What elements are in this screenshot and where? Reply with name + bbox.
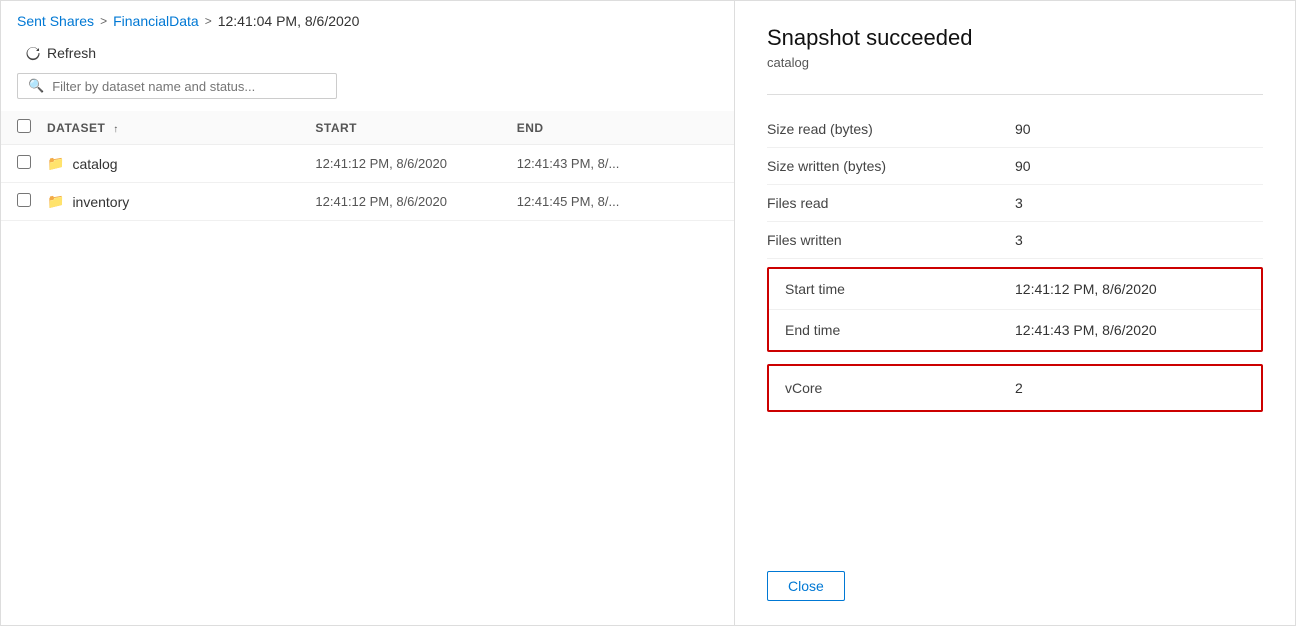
- vcore-section: vCore 2: [767, 364, 1263, 412]
- row-dataset-name: inventory: [72, 194, 129, 210]
- row-name: 📁 catalog: [47, 155, 315, 172]
- breadcrumb-current: 12:41:04 PM, 8/6/2020: [218, 13, 360, 29]
- filter-wrapper: 🔍: [17, 73, 337, 99]
- label-start-time: Start time: [785, 281, 1015, 297]
- column-header-start: START: [315, 121, 516, 135]
- label-files-written: Files written: [767, 232, 1015, 248]
- row-end: 12:41:45 PM, 8/...: [517, 194, 718, 209]
- row-checkbox[interactable]: [17, 193, 31, 207]
- refresh-label: Refresh: [47, 45, 96, 61]
- header-checkbox-cell: [17, 119, 47, 136]
- folder-icon: 📁: [47, 155, 64, 172]
- sort-arrow-icon: ↑: [113, 124, 119, 135]
- value-files-written: 3: [1015, 232, 1263, 248]
- label-end-time: End time: [785, 322, 1015, 338]
- highlight-end-time-row: End time 12:41:43 PM, 8/6/2020: [769, 309, 1261, 350]
- value-vcore: 2: [1015, 380, 1245, 396]
- refresh-button[interactable]: Refresh: [17, 41, 104, 65]
- panel-title: Snapshot succeeded: [767, 25, 1263, 51]
- value-size-read: 90: [1015, 121, 1263, 137]
- close-btn-wrapper: Close: [767, 547, 1263, 601]
- column-header-dataset: DATASET ↑: [47, 121, 315, 135]
- vcore-row: vCore 2: [769, 366, 1261, 410]
- select-all-checkbox[interactable]: [17, 119, 31, 133]
- breadcrumb: Sent Shares > FinancialData > 12:41:04 P…: [1, 1, 734, 37]
- label-size-written: Size written (bytes): [767, 158, 1015, 174]
- label-vcore: vCore: [785, 380, 1015, 396]
- row-name: 📁 inventory: [47, 193, 315, 210]
- panel-divider: [767, 94, 1263, 95]
- highlight-time-section: Start time 12:41:12 PM, 8/6/2020 End tim…: [767, 267, 1263, 352]
- toolbar: Refresh: [1, 37, 734, 73]
- value-end-time: 12:41:43 PM, 8/6/2020: [1015, 322, 1245, 338]
- value-size-written: 90: [1015, 158, 1263, 174]
- filter-input[interactable]: [52, 79, 326, 94]
- info-row-size-written: Size written (bytes) 90: [767, 148, 1263, 185]
- dataset-table: DATASET ↑ START END 📁 catalog 12:41:12 P…: [1, 111, 734, 625]
- folder-icon: 📁: [47, 193, 64, 210]
- table-row[interactable]: 📁 inventory 12:41:12 PM, 8/6/2020 12:41:…: [1, 183, 734, 221]
- close-button[interactable]: Close: [767, 571, 845, 601]
- value-files-read: 3: [1015, 195, 1263, 211]
- label-files-read: Files read: [767, 195, 1015, 211]
- breadcrumb-sep-1: >: [100, 14, 107, 28]
- row-start: 12:41:12 PM, 8/6/2020: [315, 194, 516, 209]
- column-header-end: END: [517, 121, 718, 135]
- info-row-size-read: Size read (bytes) 90: [767, 111, 1263, 148]
- label-size-read: Size read (bytes): [767, 121, 1015, 137]
- refresh-icon: [25, 45, 41, 61]
- breadcrumb-sent-shares[interactable]: Sent Shares: [17, 13, 94, 29]
- right-panel: Snapshot succeeded catalog Size read (by…: [735, 1, 1295, 625]
- info-row-files-read: Files read 3: [767, 185, 1263, 222]
- panel-subtitle: catalog: [767, 55, 1263, 70]
- breadcrumb-financial-data[interactable]: FinancialData: [113, 13, 199, 29]
- info-row-files-written: Files written 3: [767, 222, 1263, 259]
- row-start: 12:41:12 PM, 8/6/2020: [315, 156, 516, 171]
- table-row[interactable]: 📁 catalog 12:41:12 PM, 8/6/2020 12:41:43…: [1, 145, 734, 183]
- table-header: DATASET ↑ START END: [1, 111, 734, 145]
- row-end: 12:41:43 PM, 8/...: [517, 156, 718, 171]
- row-checkbox[interactable]: [17, 155, 31, 169]
- filter-bar: 🔍: [1, 73, 734, 111]
- row-checkbox-cell: [17, 155, 47, 172]
- row-checkbox-cell: [17, 193, 47, 210]
- breadcrumb-sep-2: >: [205, 14, 212, 28]
- value-start-time: 12:41:12 PM, 8/6/2020: [1015, 281, 1245, 297]
- highlight-start-time-row: Start time 12:41:12 PM, 8/6/2020: [769, 269, 1261, 309]
- search-icon: 🔍: [28, 78, 44, 94]
- row-dataset-name: catalog: [72, 156, 117, 172]
